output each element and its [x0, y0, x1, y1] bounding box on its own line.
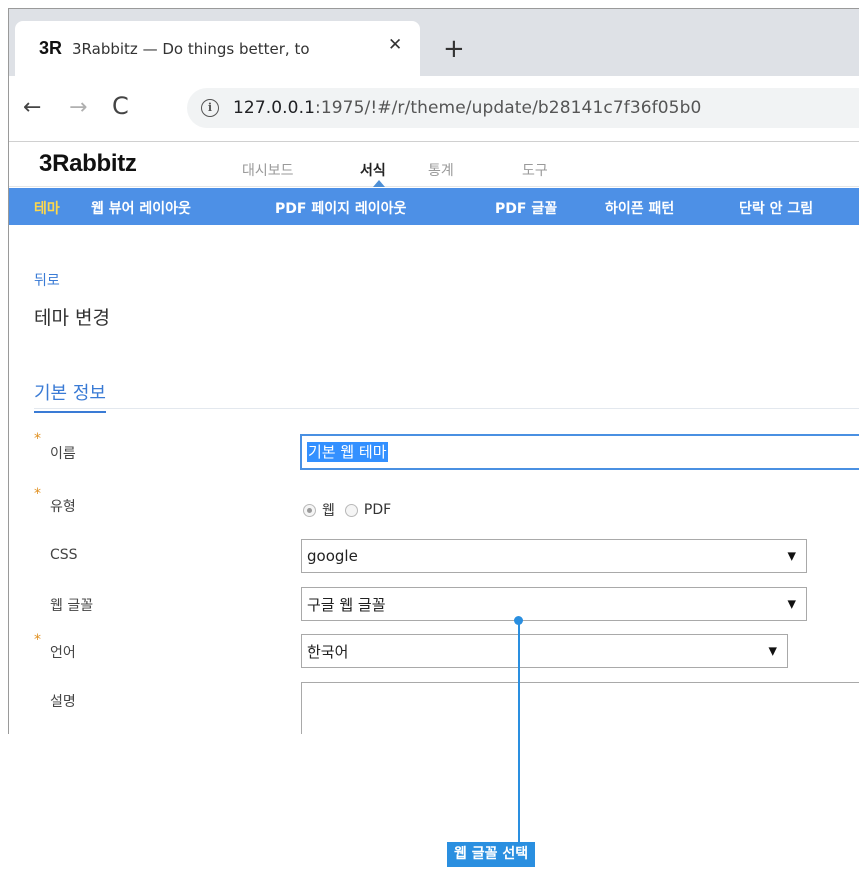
subnav-theme[interactable]: 테마 — [34, 198, 60, 218]
name-label: 이름 — [50, 446, 76, 462]
type-radio-group: 웹 PDF — [303, 500, 401, 520]
main-nav-tools[interactable]: 도구 — [522, 160, 548, 180]
callout-label: 웹 글꼴 선택 — [447, 842, 536, 867]
css-select-value: google — [307, 547, 358, 565]
description-label: 설명 — [50, 694, 76, 710]
arrow-left-icon[interactable]: ← — [23, 97, 41, 119]
chevron-down-icon: ▼ — [787, 549, 796, 563]
reload-icon[interactable]: C — [112, 94, 129, 118]
plus-icon[interactable]: + — [443, 36, 465, 62]
app-logo[interactable]: 3Rabbitz — [39, 150, 137, 178]
type-label: 유형 — [50, 499, 76, 515]
callout-line — [518, 622, 520, 844]
browser-window: 3R 3Rabbitz — Do things better, to ✕ + ←… — [8, 8, 859, 734]
main-nav-templates[interactable]: 서식 — [360, 160, 386, 180]
required-marker: * — [34, 486, 41, 502]
chevron-down-icon: ▼ — [768, 644, 777, 658]
required-marker: * — [34, 632, 41, 648]
radio-pdf-label[interactable]: PDF — [364, 502, 391, 518]
close-icon[interactable]: ✕ — [388, 35, 402, 55]
web-font-select[interactable]: 구글 웹 글꼴 ▼ — [301, 587, 807, 621]
browser-toolbar: ← → C i 127.0.0.1:1975/!#/r/theme/update… — [9, 76, 859, 142]
main-nav-statistics[interactable]: 통계 — [428, 160, 454, 180]
language-select-value: 한국어 — [307, 642, 349, 661]
subnav-inline-figures[interactable]: 단락 안 그림 — [739, 198, 813, 218]
url-path: :1975/!#/r/theme/update/b28141c7f36f05b0 — [315, 98, 702, 118]
address-bar[interactable]: i 127.0.0.1:1975/!#/r/theme/update/b2814… — [187, 88, 859, 128]
radio-pdf[interactable] — [344, 503, 358, 517]
subnav-hyphen-patterns[interactable]: 하이픈 패턴 — [605, 198, 674, 218]
css-select[interactable]: google ▼ — [301, 539, 807, 573]
browser-tab[interactable]: 3R 3Rabbitz — Do things better, to ✕ — [15, 21, 420, 76]
active-nav-indicator — [373, 180, 385, 187]
web-font-select-value: 구글 웹 글꼴 — [307, 595, 386, 614]
page-title: 테마 변경 — [34, 307, 110, 329]
language-select[interactable]: 한국어 ▼ — [301, 634, 788, 668]
web-font-label: 웹 글꼴 — [50, 598, 94, 614]
tab-title: 3Rabbitz — Do things better, to — [72, 39, 310, 58]
info-icon[interactable]: i — [201, 99, 219, 117]
name-input[interactable]: 기본 웹 테마 — [301, 435, 859, 469]
app-header: 3Rabbitz 대시보드 서식 통계 도구 — [9, 143, 859, 187]
required-marker: * — [34, 431, 41, 447]
subnav-web-viewer-layout[interactable]: 웹 뷰어 레이아웃 — [91, 198, 191, 218]
name-input-value: 기본 웹 테마 — [307, 442, 388, 462]
main-nav-dashboard[interactable]: 대시보드 — [242, 160, 294, 180]
url-host: 127.0.0.1 — [233, 98, 316, 118]
subnav-pdf-page-layout[interactable]: PDF 페이지 레이아웃 — [275, 198, 406, 218]
chevron-down-icon: ▼ — [787, 597, 796, 611]
description-textarea[interactable] — [301, 682, 859, 734]
sub-navigation: 테마 웹 뷰어 레이아웃 PDF 페이지 레이아웃 PDF 글꼴 하이픈 패턴 … — [9, 188, 859, 225]
tab-favicon: 3R — [39, 38, 63, 58]
radio-web[interactable] — [303, 503, 316, 517]
tab-strip: 3R 3Rabbitz — Do things better, to ✕ + — [9, 9, 859, 76]
url-text: 127.0.0.1:1975/!#/r/theme/update/b28141c… — [233, 98, 701, 118]
logo-word: Rabbitz — [52, 150, 137, 177]
language-label: 언어 — [50, 645, 76, 661]
arrow-right-icon[interactable]: → — [69, 97, 87, 119]
section-divider — [34, 408, 859, 409]
css-label: CSS — [50, 547, 78, 563]
subnav-pdf-fonts[interactable]: PDF 글꼴 — [495, 198, 557, 218]
radio-web-label[interactable]: 웹 — [322, 500, 335, 520]
back-link[interactable]: 뒤로 — [34, 270, 60, 290]
logo-digit: 3 — [39, 150, 53, 177]
screenshot: 3R 3Rabbitz — Do things better, to ✕ + ←… — [0, 0, 859, 869]
